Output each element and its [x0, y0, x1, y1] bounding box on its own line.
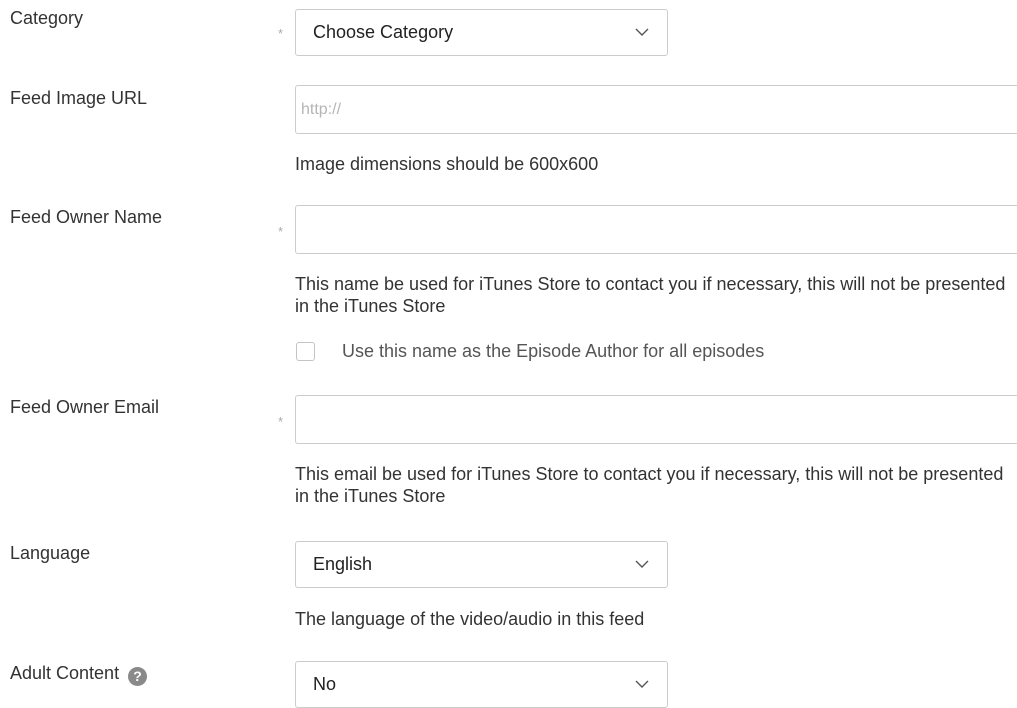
adult-content-label-text: Adult Content: [10, 663, 120, 683]
category-select-value: Choose Category: [313, 22, 454, 42]
feed-owner-name-help: This name be used for iTunes Store to co…: [295, 274, 1006, 316]
feed-owner-name-input[interactable]: [295, 205, 1017, 254]
episode-author-checkbox[interactable]: [296, 342, 315, 361]
language-select[interactable]: English: [295, 541, 668, 588]
feed-image-url-help: Image dimensions should be 600x600: [295, 154, 599, 174]
language-select-value: English: [313, 554, 373, 574]
episode-author-checkbox-row[interactable]: Use this name as the Episode Author for …: [296, 341, 764, 362]
chevron-down-icon: [635, 560, 667, 569]
chevron-down-icon: [635, 28, 667, 37]
category-label: Category: [10, 8, 84, 28]
feed-image-url-label: Feed Image URL: [10, 88, 148, 108]
category-select[interactable]: Choose Category: [295, 9, 668, 56]
feed-owner-email-input[interactable]: [295, 395, 1017, 444]
feed-owner-email-required-marker: *: [278, 414, 284, 429]
adult-content-label: Adult Content?: [10, 663, 148, 686]
adult-content-select[interactable]: No: [295, 661, 668, 708]
language-help: The language of the video/audio in this …: [295, 609, 645, 629]
chevron-down-icon: [635, 680, 667, 689]
language-label: Language: [10, 543, 91, 563]
feed-owner-name-required-marker: *: [278, 224, 284, 239]
question-circle-icon[interactable]: ?: [128, 666, 148, 686]
feed-owner-name-label: Feed Owner Name: [10, 207, 163, 227]
adult-content-select-value: No: [313, 674, 337, 694]
feed-image-url-input[interactable]: [295, 85, 1017, 134]
category-required-marker: *: [278, 26, 284, 41]
feed-owner-email-label: Feed Owner Email: [10, 397, 160, 417]
feed-owner-email-help: This email be used for iTunes Store to c…: [295, 464, 1004, 506]
episode-author-checkbox-label[interactable]: Use this name as the Episode Author for …: [342, 341, 764, 362]
